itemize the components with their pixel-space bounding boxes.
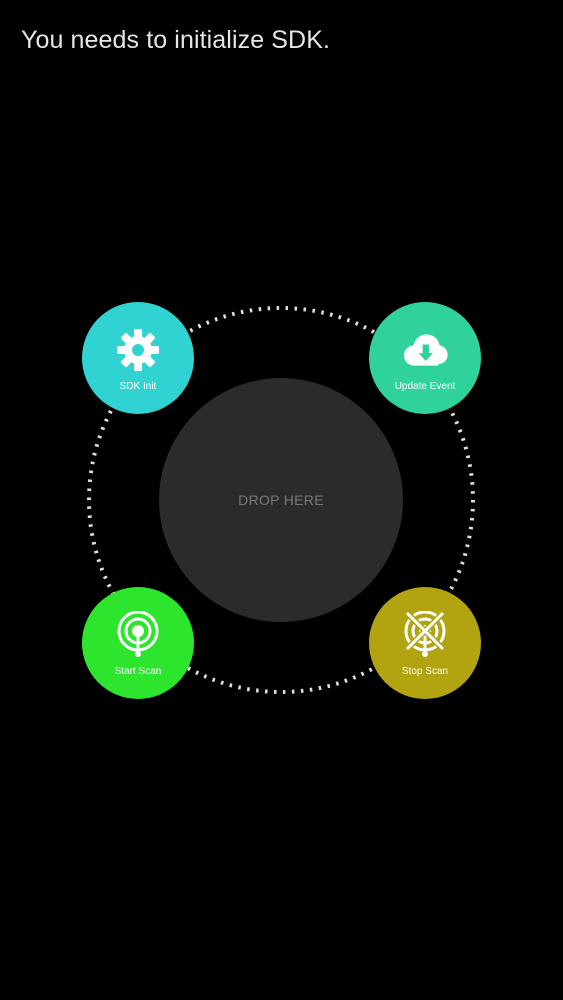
gear-icon xyxy=(113,325,163,375)
start-scan-button[interactable]: Start Scan xyxy=(82,587,194,699)
cloud-download-icon xyxy=(400,325,450,375)
broadcast-off-icon xyxy=(400,610,450,660)
drop-zone-label: DROP HERE xyxy=(238,492,324,508)
sdk-init-button[interactable]: SDK Init xyxy=(82,302,194,414)
drop-zone[interactable]: DROP HERE xyxy=(159,378,403,622)
update-event-label: Update Event xyxy=(394,380,456,392)
update-event-button[interactable]: Update Event xyxy=(369,302,481,414)
broadcast-pin-icon xyxy=(113,610,163,660)
stop-scan-button[interactable]: Stop Scan xyxy=(369,587,481,699)
start-scan-label: Start Scan xyxy=(114,665,162,677)
stop-scan-label: Stop Scan xyxy=(401,665,449,677)
status-message: You needs to initialize SDK. xyxy=(21,26,331,54)
sdk-init-label: SDK Init xyxy=(119,380,157,392)
